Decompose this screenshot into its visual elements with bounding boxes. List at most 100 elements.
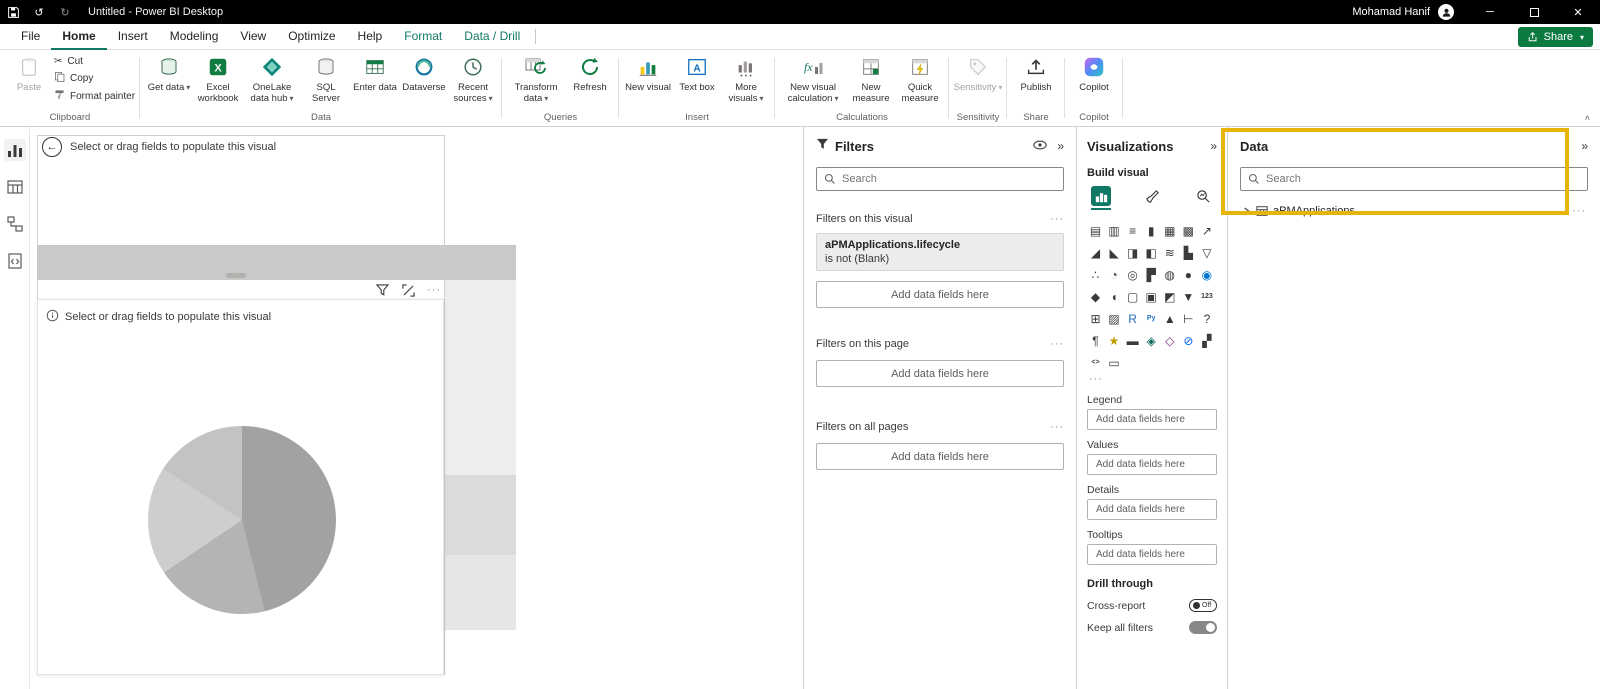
filters-visual-dropzone[interactable]: Add data fields here (816, 281, 1064, 308)
excel-workbook-button[interactable]: X Excel workbook (194, 51, 242, 104)
html-viewer-icon[interactable]: <> (1087, 354, 1104, 371)
get-data-button[interactable]: Get data ▾ (145, 51, 193, 93)
more-visuals-button[interactable]: More visuals ▾ (722, 51, 770, 104)
focus-mode-icon[interactable] (400, 282, 416, 298)
cut-button[interactable]: ✂ Cut (54, 56, 135, 67)
collapse-pane-icon[interactable]: » (1057, 139, 1064, 153)
100-stacked-bar-chart-icon[interactable]: ▦ (1161, 222, 1178, 239)
paste-button[interactable]: Paste (5, 51, 53, 93)
account-avatar-icon[interactable] (1438, 4, 1454, 20)
copilot-button[interactable]: Copilot (1070, 51, 1118, 93)
minimize-button[interactable]: ─ (1468, 0, 1512, 24)
quick-measure-button[interactable]: Quick measure (896, 51, 944, 104)
advanced-card-icon[interactable]: ▭ (1106, 354, 1123, 371)
format-visual-tab[interactable] (1142, 186, 1162, 206)
report-canvas[interactable]: ← Select or drag fields to populate this… (30, 127, 803, 689)
numeric-card-icon[interactable]: 123 (1198, 288, 1215, 305)
metrics-icon[interactable]: ★ (1106, 332, 1123, 349)
filled-map-icon[interactable]: ● (1180, 266, 1197, 283)
qa-visual-icon[interactable]: ? (1198, 310, 1215, 327)
recent-sources-button[interactable]: Recent sources ▾ (449, 51, 497, 104)
line-and-stacked-column-chart-icon[interactable]: ◨ (1124, 244, 1141, 261)
tab-format[interactable]: Format (393, 24, 453, 50)
paginated-report-icon[interactable]: ▬ (1124, 332, 1141, 349)
collapse-pane-icon[interactable]: » (1581, 139, 1588, 153)
waterfall-chart-icon[interactable]: ▙ (1180, 244, 1197, 261)
drill-back-icon[interactable]: ← (42, 137, 62, 157)
slicer-icon[interactable]: ▼ (1180, 288, 1197, 305)
donut-chart-icon[interactable]: ◎ (1124, 266, 1141, 283)
card-icon[interactable]: ▢ (1124, 288, 1141, 305)
funnel-chart-icon[interactable]: ▽ (1198, 244, 1215, 261)
tab-insert[interactable]: Insert (107, 24, 159, 50)
scatter-chart-icon[interactable]: ∴ (1087, 266, 1104, 283)
python-visual-icon[interactable]: Py (1143, 310, 1160, 327)
pie-visual-card[interactable]: Select or drag fields to populate this v… (37, 299, 444, 675)
close-button[interactable]: ✕ (1556, 0, 1600, 24)
well-dropzone[interactable]: Add data fields here (1087, 409, 1217, 430)
text-box-button[interactable]: A Text box (673, 51, 721, 93)
filter-card[interactable]: aPMApplications.lifecycle is not (Blank) (816, 233, 1064, 271)
dataverse-button[interactable]: Dataverse (400, 51, 448, 93)
well-dropzone[interactable]: Add data fields here (1087, 454, 1217, 475)
cross-report-toggle[interactable]: Off (1189, 599, 1217, 612)
data-table-row[interactable]: aPMApplications ··· (1240, 200, 1588, 222)
multi-row-card-icon[interactable]: ▣ (1143, 288, 1160, 305)
matrix-icon[interactable]: ▨ (1106, 310, 1123, 327)
keep-all-filters-toggle[interactable] (1189, 621, 1217, 634)
power-apps-icon[interactable]: ◇ (1161, 332, 1178, 349)
share-button[interactable]: Share ▾ (1517, 27, 1593, 47)
azure-map-icon[interactable]: ◉ (1198, 266, 1215, 283)
map-icon[interactable]: ◍ (1161, 266, 1178, 283)
line-and-clustered-column-chart-icon[interactable]: ◧ (1143, 244, 1160, 261)
filters-page-dropzone[interactable]: Add data fields here (816, 360, 1064, 387)
table-more-icon[interactable]: ··· (1572, 205, 1586, 217)
section-more-icon[interactable]: ··· (1050, 421, 1064, 433)
r-script-visual-icon[interactable]: R (1124, 310, 1141, 327)
data-search[interactable] (1240, 167, 1588, 191)
section-more-icon[interactable]: ··· (1050, 213, 1064, 225)
format-painter-button[interactable]: Format painter (54, 89, 135, 103)
tab-modeling[interactable]: Modeling (159, 24, 230, 50)
table-view-button[interactable] (4, 176, 26, 198)
new-visual-calculation-button[interactable]: fx New visual calculation ▾ (780, 51, 846, 104)
build-visual-tab[interactable] (1091, 186, 1111, 210)
well-dropzone[interactable]: Add data fields here (1087, 544, 1217, 565)
tab-data-drill[interactable]: Data / Drill (453, 24, 531, 50)
filter-funnel-icon[interactable] (374, 282, 390, 298)
model-view-button[interactable] (4, 213, 26, 235)
ribbon-chart-icon[interactable]: ≋ (1161, 244, 1178, 261)
smart-narrative-icon[interactable]: ¶ (1087, 332, 1104, 349)
pie-chart-icon[interactable]: ◔ (1106, 266, 1123, 283)
table-visual-skeleton-column[interactable] (445, 280, 516, 630)
stacked-bar-chart-icon[interactable]: ▤ (1087, 222, 1104, 239)
power-automate-icon[interactable]: ⊘ (1180, 332, 1197, 349)
tab-home[interactable]: Home (51, 24, 106, 50)
dax-query-view-button[interactable] (4, 250, 26, 272)
clustered-bar-chart-icon[interactable]: ≡ (1124, 222, 1141, 239)
tab-optimize[interactable]: Optimize (277, 24, 346, 50)
section-more-icon[interactable]: ··· (1050, 338, 1064, 350)
pie-chart[interactable] (148, 426, 336, 614)
treemap-icon[interactable]: ▛ (1143, 266, 1160, 283)
stacked-area-chart-icon[interactable]: ◣ (1106, 244, 1123, 261)
line-chart-icon[interactable]: ↗ (1198, 222, 1215, 239)
table-visual-skeleton-header[interactable] (37, 245, 516, 280)
stacked-column-chart-icon[interactable]: ▥ (1106, 222, 1123, 239)
kpi-icon[interactable]: ◩ (1161, 288, 1178, 305)
analytics-tab[interactable] (1193, 186, 1213, 206)
collapse-ribbon-icon[interactable]: ˄ (1585, 113, 1590, 123)
filters-search-input[interactable] (842, 173, 1056, 185)
new-visual-button[interactable]: New visual (624, 51, 672, 93)
more-options-icon[interactable]: ··· (426, 282, 442, 298)
clustered-column-chart-icon[interactable]: ▮ (1143, 222, 1160, 239)
copy-button[interactable]: Copy (54, 71, 135, 85)
area-chart-icon[interactable]: ◢ (1087, 244, 1104, 261)
filters-search[interactable] (816, 167, 1064, 191)
sql-server-button[interactable]: SQL Server (302, 51, 350, 104)
collapse-pane-icon[interactable]: » (1210, 139, 1217, 153)
gallery-more-icon[interactable]: ··· (1087, 373, 1217, 385)
key-influencers-icon[interactable]: ▲ (1161, 310, 1178, 327)
decomposition-tree-icon[interactable]: ⊢ (1180, 310, 1197, 327)
gauge-icon[interactable]: ◖ (1106, 288, 1123, 305)
